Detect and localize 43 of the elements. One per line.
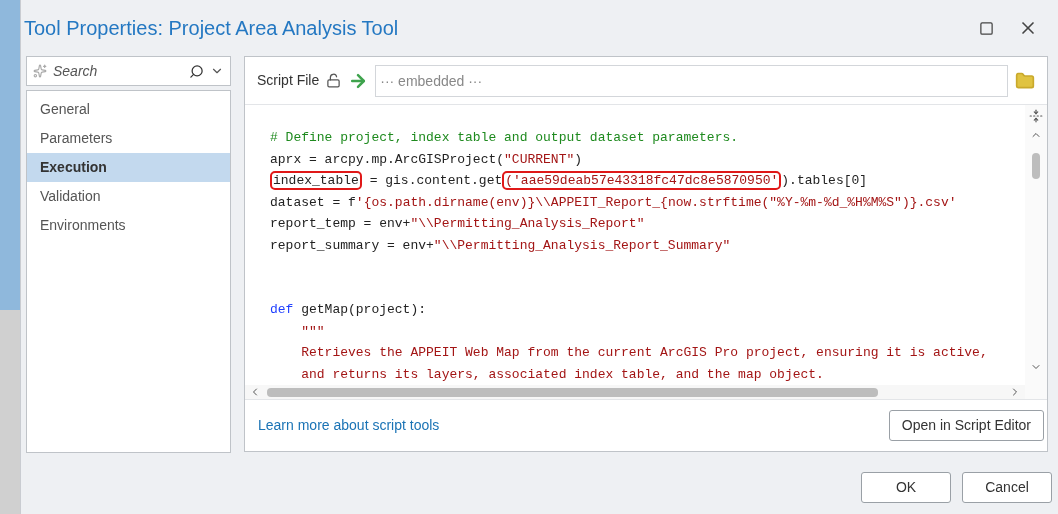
sparkle-icon <box>33 64 47 78</box>
learn-more-link[interactable]: Learn more about script tools <box>258 415 440 436</box>
code-token: and returns its layers, associated index table, and the map object. <box>300 366 824 382</box>
vertical-scrollbar[interactable] <box>1025 105 1047 399</box>
maximize-icon <box>978 20 994 36</box>
open-script-editor-button[interactable]: Open in Script Editor <box>888 410 1044 441</box>
nav-item[interactable]: Execution <box>27 153 230 182</box>
code-token: = gis.content.get <box>368 173 503 188</box>
code-token: report_temp = env+ <box>270 216 411 231</box>
code-token: ).tables[0] <box>781 173 868 188</box>
code-token: """ <box>300 323 325 339</box>
scrollbar-thumb[interactable] <box>1032 153 1040 179</box>
code-token: getMap(project): <box>300 302 427 317</box>
nav-item[interactable]: Environments <box>27 211 230 240</box>
script-file-label: Script File <box>257 71 320 90</box>
folder-icon[interactable] <box>1015 70 1035 91</box>
nav-item[interactable]: General <box>27 95 230 124</box>
nav-item[interactable]: Parameters <box>27 124 230 153</box>
search-box[interactable]: Search <box>26 56 231 86</box>
horizontal-scrollbar[interactable] <box>245 385 1025 399</box>
scrollbar-thumb[interactable] <box>267 387 878 397</box>
split-icon[interactable] <box>1029 109 1043 123</box>
dialog-button[interactable]: OK <box>861 471 951 503</box>
code-token: def <box>270 302 294 317</box>
code-token: dataset = f <box>270 194 356 210</box>
highlighted-code-token: index_table <box>270 171 362 190</box>
code-token: "CURRENT" <box>504 151 575 167</box>
dialog-button[interactable]: Cancel <box>962 471 1052 503</box>
script-file-field[interactable]: ··· embedded ··· <box>375 64 1008 97</box>
code-token: # Define project, index table and output dataset parameters. <box>270 130 739 145</box>
window-title: Tool Properties: Project Area Analysis Tool <box>24 16 400 41</box>
code-token: "\\Permitting_Analysis_Report_Summary" <box>433 237 731 253</box>
nav-item[interactable]: Validation <box>27 182 230 211</box>
code-token: "\\Permitting_Analysis_Report" <box>410 216 645 231</box>
search-field[interactable]: Search <box>53 60 183 82</box>
code-token: Retrieves the APPEIT Web Map from the current ArcGIS Pro project, ensuring it is active, <box>300 345 988 360</box>
code-token: '{os.path.dirname(env)}\\APPEIT_Report_{now.strftime("%Y-%m-%d_%H%M%S")}.csv' <box>355 194 957 210</box>
highlighted-code-token: ('aae59deab57e43318fc47dc8e5870950' <box>502 171 782 190</box>
code-token: report_summary = env+ <box>270 237 434 253</box>
unlock-icon <box>326 73 342 88</box>
code-token: ) <box>574 151 583 167</box>
code-token: aprx = arcpy.mp.ArcGISProject( <box>270 151 505 167</box>
search-icon <box>189 63 204 79</box>
